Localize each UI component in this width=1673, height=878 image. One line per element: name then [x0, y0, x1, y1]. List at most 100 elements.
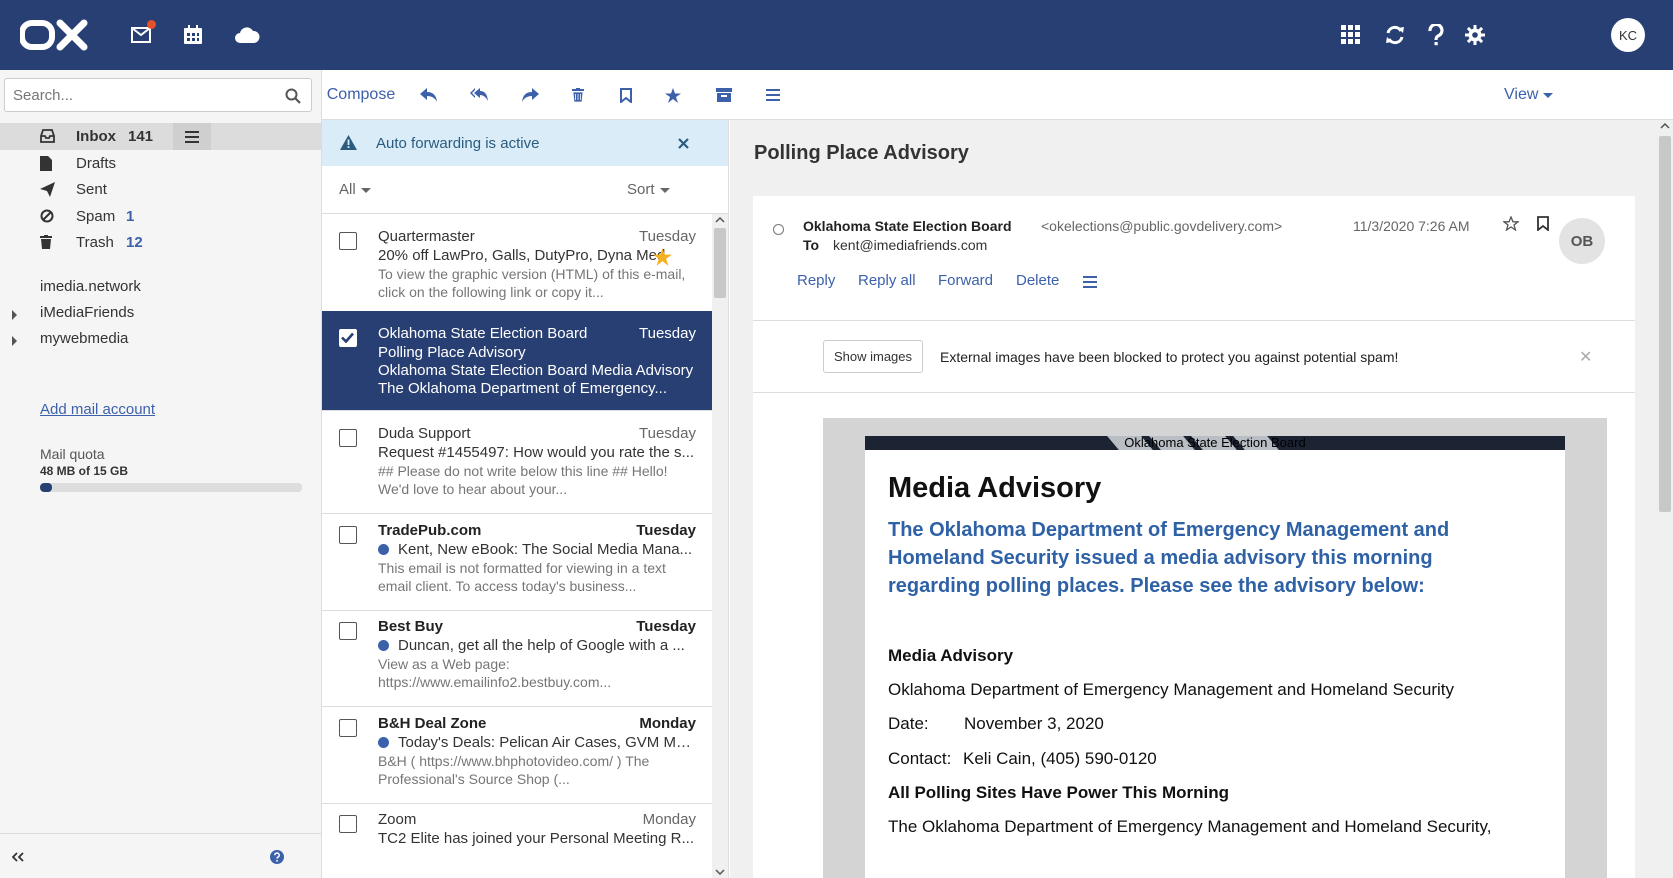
- mail-checkbox[interactable]: [339, 622, 357, 640]
- folder-inbox[interactable]: Inbox 141: [0, 123, 322, 150]
- user-avatar[interactable]: KC: [1611, 18, 1645, 52]
- sender-name[interactable]: Oklahoma State Election Board: [803, 218, 1012, 234]
- unread-dot-icon[interactable]: [378, 737, 389, 748]
- list-scrollbar[interactable]: [712, 214, 728, 878]
- ox-logo[interactable]: [20, 18, 90, 52]
- star-icon: [665, 87, 681, 103]
- reply-all-link[interactable]: Reply all: [858, 272, 916, 289]
- mail-checkbox[interactable]: [339, 429, 357, 447]
- account-imedia-network[interactable]: imedia.network: [40, 278, 141, 295]
- show-images-button[interactable]: Show images: [823, 340, 923, 373]
- mail-preview: ## Please do not write below this line #…: [378, 463, 668, 497]
- mail-toolbar: Compose View: [322, 70, 1673, 120]
- reader-scrollbar[interactable]: [1657, 120, 1673, 878]
- mail-sender: TradePub.com: [378, 522, 482, 539]
- apps-grid-icon[interactable]: [1338, 22, 1364, 48]
- auto-forward-notice: Auto forwarding is active: [322, 120, 728, 166]
- refresh-icon[interactable]: [1382, 22, 1408, 48]
- mail-checkbox[interactable]: [339, 815, 357, 833]
- sort-label: Sort: [627, 181, 655, 198]
- folder-sent[interactable]: Sent: [0, 176, 322, 203]
- mail-item-unread[interactable]: TradePub.com Tuesday Kent, New eBook: Th…: [322, 508, 712, 611]
- settings-icon[interactable]: [1462, 22, 1488, 48]
- folder-unread-count: 1: [126, 208, 135, 225]
- reply-link[interactable]: Reply: [797, 272, 835, 289]
- close-icon[interactable]: [678, 138, 689, 149]
- account-mywebmedia[interactable]: mywebmedia: [40, 330, 128, 347]
- forward-link[interactable]: Forward: [938, 272, 993, 289]
- folder-sidebar: Inbox 141 Drafts Sent Spam 1 Trash 12 im…: [0, 70, 322, 878]
- mail-subject-row: Today's Deals: Pelican Air Cases, GVM Mo…: [378, 734, 698, 751]
- folder-trash[interactable]: Trash 12: [0, 229, 322, 256]
- star-icon[interactable]: [653, 248, 672, 266]
- account-imediafriends[interactable]: iMediaFriends: [40, 304, 134, 321]
- reply-icon: [420, 88, 437, 102]
- delete-link[interactable]: Delete: [1016, 272, 1059, 289]
- mail-item[interactable]: Zoom Monday TC2 Elite has joined your Pe…: [322, 797, 712, 878]
- flag-button[interactable]: [620, 70, 632, 120]
- expand-caret-icon[interactable]: [12, 336, 17, 346]
- scroll-up-icon[interactable]: [1660, 123, 1670, 129]
- bookmark-icon[interactable]: [1537, 216, 1549, 231]
- mail-date: Tuesday: [639, 425, 696, 442]
- reply-button[interactable]: [420, 70, 438, 120]
- email-headline: All Polling Sites Have Power This Mornin…: [888, 783, 1229, 802]
- forward-button[interactable]: [521, 70, 539, 120]
- unread-dot-icon[interactable]: [378, 544, 389, 555]
- bookmark-icon: [620, 87, 632, 103]
- search-input[interactable]: [5, 79, 311, 111]
- recipient-email[interactable]: kent@imediafriends.com: [833, 237, 987, 253]
- mail-item-unread[interactable]: B&H Deal Zone Monday Today's Deals: Peli…: [322, 701, 712, 804]
- sender-email[interactable]: <okelections@public.govdelivery.com>: [1041, 218, 1282, 234]
- delete-button[interactable]: [572, 70, 584, 120]
- mail-sender: B&H Deal Zone: [378, 715, 487, 732]
- mail-item[interactable]: Quartermaster Tuesday 20% off LawPro, Ga…: [322, 214, 712, 317]
- mail-date: Tuesday: [636, 618, 696, 635]
- folder-label: Spam: [76, 208, 116, 225]
- reply-all-button[interactable]: [470, 70, 488, 120]
- help-icon[interactable]: [1423, 22, 1449, 48]
- chevron-down-icon: [360, 187, 371, 193]
- folder-drafts[interactable]: Drafts: [0, 150, 322, 177]
- mail-checkbox[interactable]: [339, 719, 357, 737]
- more-actions-icon[interactable]: [1083, 276, 1097, 288]
- list-scroll-thumb[interactable]: [714, 228, 726, 298]
- help-circle-icon[interactable]: [270, 850, 284, 864]
- mail-sender: Quartermaster: [378, 228, 475, 245]
- filter-dropdown[interactable]: All: [339, 181, 371, 198]
- add-mail-account-link[interactable]: Add mail account: [40, 401, 155, 418]
- more-actions-button[interactable]: [766, 70, 780, 120]
- mail-item[interactable]: Duda Support Tuesday Request #1455497: H…: [322, 411, 712, 514]
- scroll-down-icon[interactable]: [715, 869, 725, 875]
- archive-button[interactable]: [716, 70, 732, 120]
- star-icon[interactable]: [1503, 216, 1519, 231]
- folder-spam[interactable]: Spam 1: [0, 203, 322, 230]
- sort-dropdown[interactable]: Sort: [627, 181, 670, 198]
- expand-caret-icon[interactable]: [12, 310, 17, 320]
- reader-scroll-thumb[interactable]: [1659, 136, 1671, 512]
- view-dropdown[interactable]: View: [1504, 70, 1554, 120]
- folder-options-button[interactable]: [173, 123, 211, 150]
- mail-checkbox[interactable]: [339, 232, 357, 250]
- sender-avatar[interactable]: OB: [1559, 218, 1605, 264]
- mail-icon[interactable]: [128, 20, 156, 48]
- mail-checkbox[interactable]: [339, 526, 357, 544]
- mail-item-selected[interactable]: Oklahoma State Election Board Tuesday Po…: [322, 311, 712, 411]
- mark-unread-icon[interactable]: [773, 224, 784, 235]
- mail-checkbox-checked[interactable]: [339, 329, 357, 347]
- search-icon[interactable]: [285, 88, 301, 104]
- blocked-images-message: External images have been blocked to pro…: [940, 349, 1399, 365]
- compose-button[interactable]: Compose: [321, 70, 401, 120]
- scroll-up-icon[interactable]: [715, 217, 725, 223]
- mail-sender: Duda Support: [378, 425, 471, 442]
- email-lead-paragraph: The Oklahoma Department of Emergency Man…: [888, 519, 1450, 597]
- collapse-sidebar-icon[interactable]: [12, 852, 24, 862]
- calendar-icon[interactable]: [180, 22, 206, 48]
- message-header: Oklahoma State Election Board <okelectio…: [753, 196, 1635, 321]
- top-bar: KC: [0, 0, 1673, 70]
- star-button[interactable]: [665, 70, 681, 120]
- mail-item-unread[interactable]: Best Buy Tuesday Duncan, get all the hel…: [322, 604, 712, 707]
- close-icon[interactable]: ✕: [1579, 347, 1592, 367]
- cloud-icon[interactable]: [234, 22, 260, 48]
- unread-dot-icon[interactable]: [378, 640, 389, 651]
